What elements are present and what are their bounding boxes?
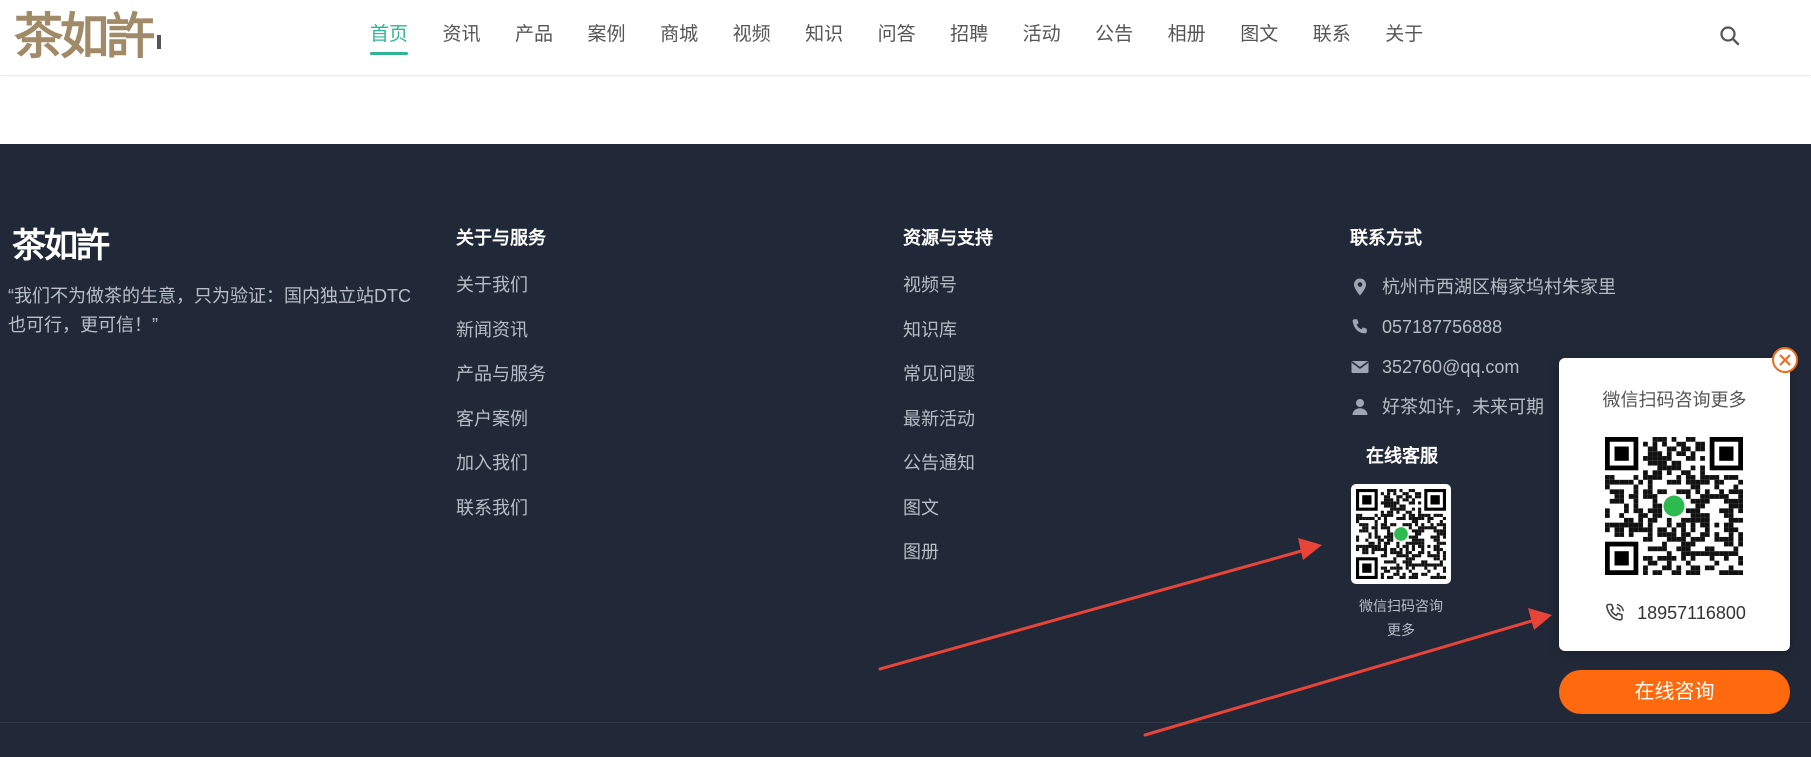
contact-phone-text: 057187756888 — [1382, 317, 1503, 337]
nav-item-articles[interactable]: 图文 — [1240, 0, 1278, 75]
contact-address-text: 杭州市西湖区梅家坞村朱家里 — [1382, 277, 1616, 297]
user-icon — [1350, 397, 1370, 417]
small-qr-caption-line2: 更多 — [1387, 622, 1415, 638]
footer-link-articles[interactable]: 图文 — [903, 494, 975, 539]
popup-phone[interactable]: 18957116800 — [1559, 596, 1790, 630]
search-icon[interactable] — [1718, 24, 1742, 48]
footer-logo: 茶如許 — [12, 226, 110, 266]
phone-call-icon — [1603, 601, 1627, 625]
nav-item-knowledge[interactable]: 知识 — [805, 0, 843, 75]
logo-seal-mark — [157, 35, 162, 49]
contact-email-text: 352760@qq.com — [1382, 357, 1520, 377]
footer-link-news[interactable]: 新闻资讯 — [456, 316, 546, 361]
popup-phone-number: 18957116800 — [1637, 602, 1746, 623]
contact-tagline-text: 好茶如许，未来可期 — [1382, 397, 1544, 417]
footer-link-latest-events[interactable]: 最新活动 — [903, 405, 975, 450]
online-service-title: 在线客服 — [1366, 446, 1438, 466]
wechat-logo-icon — [1394, 527, 1408, 541]
location-pin-icon — [1350, 277, 1370, 297]
site-logo[interactable]: 茶如許 — [14, 5, 162, 67]
nav-item-contact[interactable]: 联系 — [1313, 0, 1351, 75]
footer-link-join-us[interactable]: 加入我们 — [456, 449, 546, 494]
footer-link-client-cases[interactable]: 客户案例 — [456, 405, 546, 450]
nav-item-products[interactable]: 产品 — [515, 0, 553, 75]
site-footer: 茶如許 “我们不为做茶的生意，只为验证：国内独立站DTC也可行，更可信！” 关于… — [0, 144, 1811, 757]
footer-link-faq[interactable]: 常见问题 — [903, 360, 975, 405]
wechat-qr-code-large — [1605, 437, 1743, 575]
site-logo-text: 茶如許 — [14, 7, 155, 65]
about-link-list: 关于我们 新闻资讯 产品与服务 客户案例 加入我们 联系我们 — [456, 271, 546, 538]
contact-address: 杭州市西湖区梅家坞村朱家里 — [1350, 267, 1616, 307]
footer-link-contact-us[interactable]: 联系我们 — [456, 494, 546, 539]
footer-link-knowledge-base[interactable]: 知识库 — [903, 316, 975, 361]
footer-slogan: “我们不为做茶的生意，只为验证：国内独立站DTC也可行，更可信！” — [8, 286, 411, 335]
popup-title: 微信扫码咨询更多 — [1602, 390, 1747, 410]
footer-link-video-channel[interactable]: 视频号 — [903, 271, 975, 316]
nav-item-events[interactable]: 活动 — [1023, 0, 1061, 75]
resources-link-list: 视频号 知识库 常见问题 最新活动 公告通知 图文 图册 — [903, 271, 975, 583]
footer-link-about-us[interactable]: 关于我们 — [456, 271, 546, 316]
contact-phone: 057187756888 — [1350, 307, 1616, 347]
nav-item-jobs[interactable]: 招聘 — [950, 0, 988, 75]
nav-item-album[interactable]: 相册 — [1168, 0, 1206, 75]
nav-item-cases[interactable]: 案例 — [588, 0, 626, 75]
small-qr-caption-line1: 微信扫码咨询 — [1359, 598, 1443, 614]
footer-link-products-services[interactable]: 产品与服务 — [456, 360, 546, 405]
wechat-qr-code-small — [1351, 484, 1451, 584]
consult-popup: 微信扫码咨询更多 18957116800 — [1559, 358, 1790, 651]
footer-divider — [0, 722, 1811, 723]
nav-item-qa[interactable]: 问答 — [878, 0, 916, 75]
site-header: 茶如許 首页 资讯 产品 案例 商城 视频 知识 问答 招聘 活动 公告 相册 … — [0, 0, 1811, 76]
footer-link-announcements[interactable]: 公告通知 — [903, 449, 975, 494]
main-nav: 首页 资讯 产品 案例 商城 视频 知识 问答 招聘 活动 公告 相册 图文 联… — [370, 0, 1458, 75]
about-column-title: 关于与服务 — [456, 228, 546, 248]
footer-link-albums[interactable]: 图册 — [903, 538, 975, 583]
nav-item-notices[interactable]: 公告 — [1095, 0, 1133, 75]
nav-item-about[interactable]: 关于 — [1385, 0, 1423, 75]
online-consult-button[interactable]: 在线咨询 — [1559, 670, 1790, 714]
resources-column-title: 资源与支持 — [903, 228, 993, 248]
nav-item-home[interactable]: 首页 — [370, 0, 409, 75]
phone-icon — [1350, 317, 1370, 337]
close-icon[interactable] — [1772, 347, 1798, 373]
nav-item-news[interactable]: 资讯 — [443, 0, 481, 75]
small-qr-caption: 微信扫码咨询 更多 — [1346, 594, 1456, 642]
nav-item-video[interactable]: 视频 — [733, 0, 771, 75]
nav-item-shop[interactable]: 商城 — [660, 0, 698, 75]
mail-icon — [1350, 357, 1370, 377]
wechat-qr-small-image — [1356, 489, 1446, 579]
wechat-logo-icon — [1663, 495, 1685, 517]
contact-column-title: 联系方式 — [1350, 228, 1422, 248]
